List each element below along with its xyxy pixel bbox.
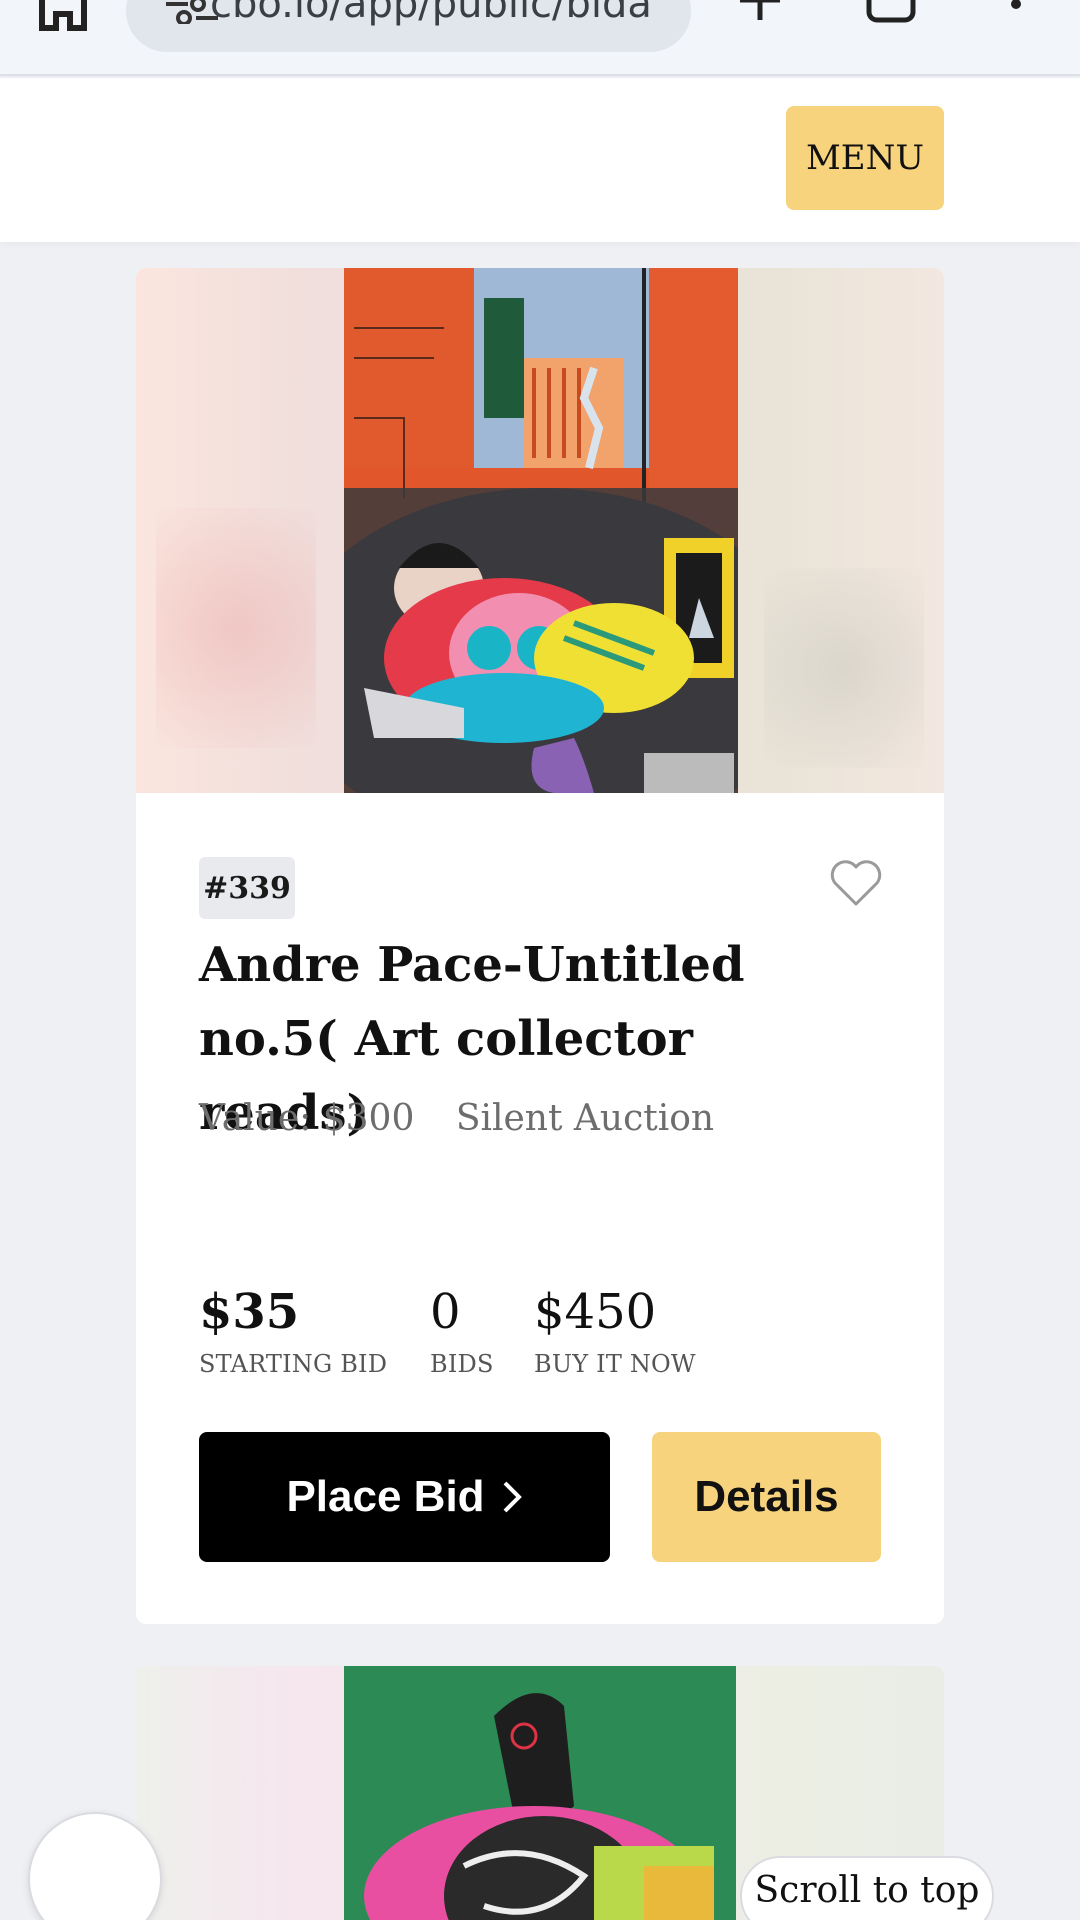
heart-icon[interactable] bbox=[829, 858, 883, 908]
artwork-image[interactable] bbox=[344, 268, 738, 793]
item-value: Value: $300 bbox=[199, 1098, 415, 1139]
details-button[interactable]: Details bbox=[652, 1432, 881, 1562]
browser-toolbar: cbo.io/app/public/bida bbox=[0, 0, 1080, 76]
artwork-image[interactable] bbox=[344, 1666, 736, 1920]
address-bar[interactable]: cbo.io/app/public/bida bbox=[126, 0, 691, 52]
buy-it-now-label: BUY IT NOW bbox=[534, 1350, 696, 1378]
item-image-area[interactable] bbox=[136, 268, 944, 793]
auction-item-card: #339 Andre Pace-Untitled no.5( Art colle… bbox=[136, 268, 944, 1624]
item-meta: Value: $300 Silent Auction bbox=[199, 1098, 714, 1139]
starting-bid-stat: $35 STARTING BID bbox=[199, 1280, 387, 1378]
url-text[interactable]: cbo.io/app/public/bida bbox=[210, 0, 670, 28]
bids-count-value: 0 bbox=[430, 1284, 461, 1340]
bids-stat: 0 BIDS bbox=[430, 1280, 494, 1378]
bids-label: BIDS bbox=[430, 1350, 494, 1378]
place-bid-button[interactable]: Place Bid bbox=[199, 1432, 610, 1562]
site-header: MENU bbox=[0, 78, 1080, 242]
more-options-icon[interactable] bbox=[1006, 0, 1026, 24]
new-tab-icon[interactable] bbox=[736, 0, 784, 22]
menu-button[interactable]: MENU bbox=[786, 106, 944, 210]
tabs-icon[interactable] bbox=[866, 0, 916, 26]
auction-type: Silent Auction bbox=[455, 1098, 715, 1139]
buy-it-now-value: $450 bbox=[534, 1284, 657, 1340]
buy-it-now-stat: $450 BUY IT NOW bbox=[534, 1280, 696, 1378]
place-bid-label: Place Bid bbox=[286, 1472, 485, 1521]
scroll-to-top-button[interactable]: Scroll to top bbox=[740, 1856, 994, 1920]
chevron-right-icon bbox=[503, 1481, 522, 1513]
starting-bid-value: $35 bbox=[199, 1284, 300, 1340]
lot-number-badge: #339 bbox=[199, 857, 295, 919]
home-icon[interactable] bbox=[38, 0, 88, 32]
starting-bid-label: STARTING BID bbox=[199, 1350, 388, 1378]
